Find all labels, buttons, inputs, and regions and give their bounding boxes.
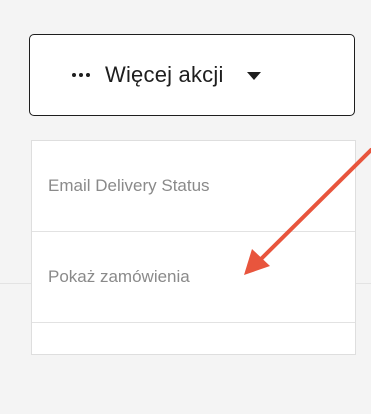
caret-down-icon: [246, 72, 261, 80]
menu-item-next[interactable]: [32, 323, 355, 414]
more-actions-button[interactable]: Więcej akcji: [29, 34, 355, 116]
menu-item-show-orders[interactable]: Pokaż zamówienia: [32, 232, 355, 323]
more-actions-label: Więcej akcji: [105, 62, 224, 87]
more-actions-dropdown: Email Delivery Status Pokaż zamówienia: [31, 140, 356, 355]
more-dots-icon: [72, 73, 90, 77]
menu-item-email-delivery-status[interactable]: Email Delivery Status: [32, 141, 355, 232]
